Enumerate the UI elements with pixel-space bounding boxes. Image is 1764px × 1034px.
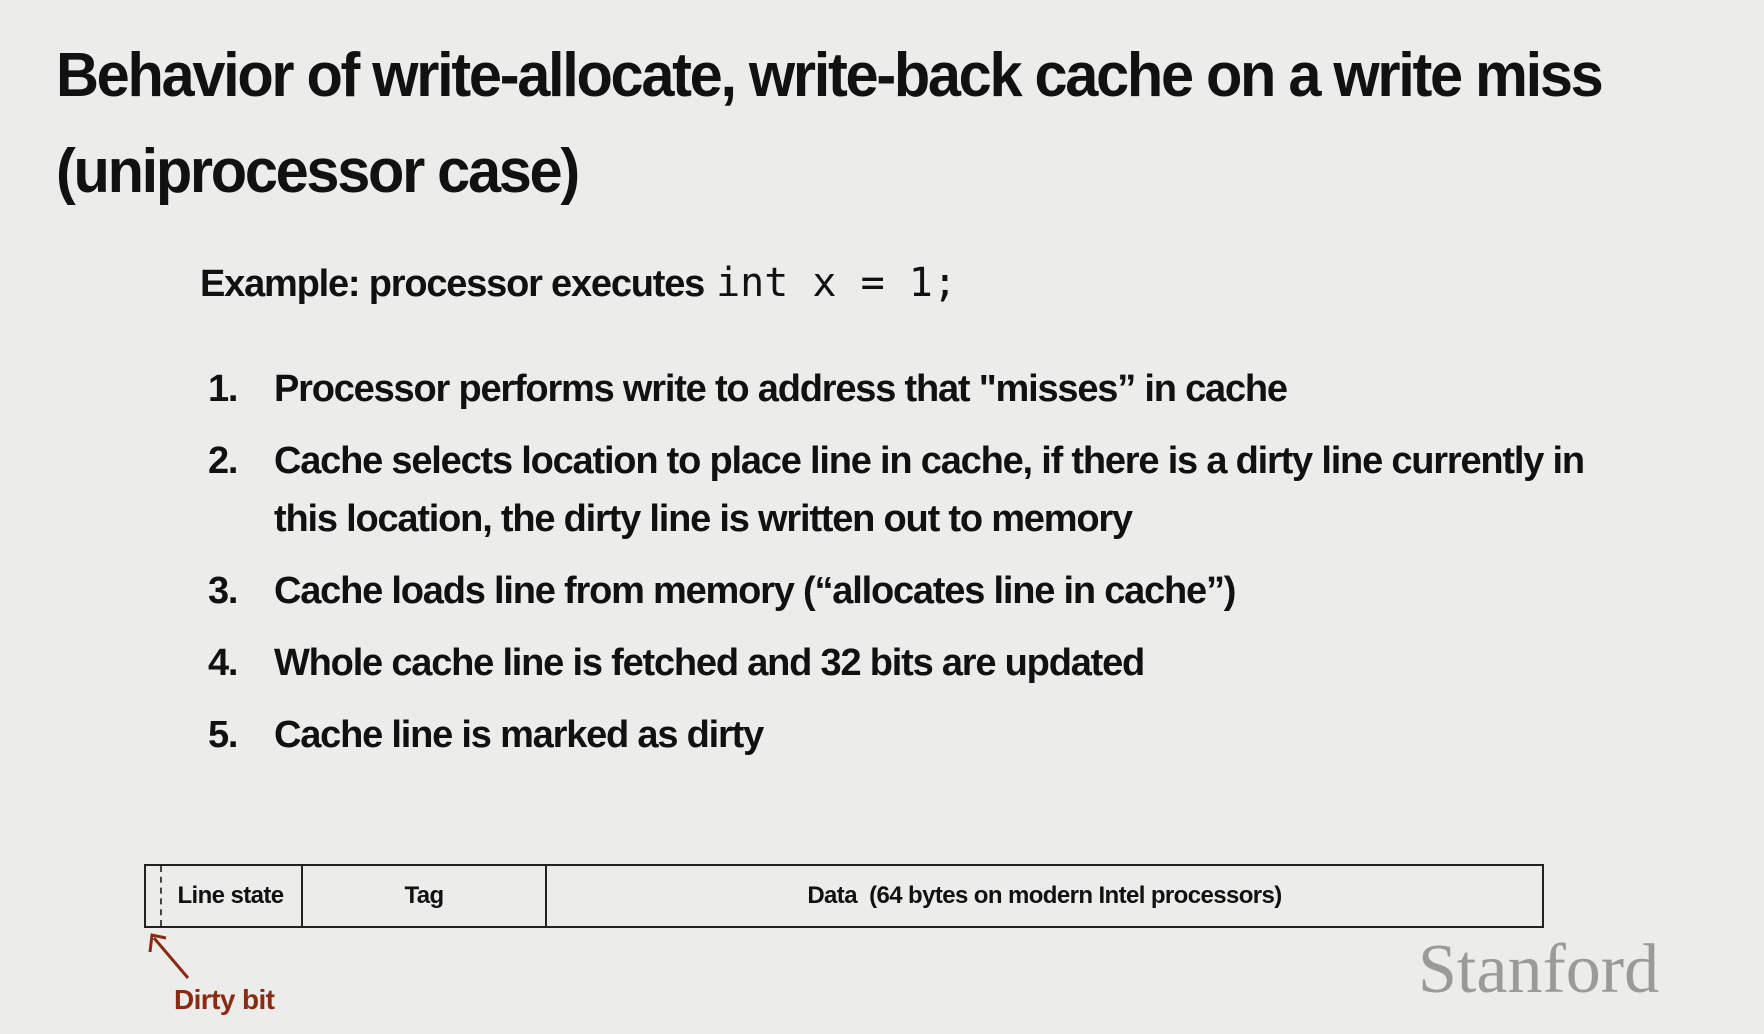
step-item: 2. Cache selects location to place line … [208,432,1588,548]
step-item: 1. Processor performs write to address t… [208,360,1588,418]
step-text: Cache loads line from memory (“allocates… [274,570,1236,612]
step-number: 2. [208,440,238,482]
example-line: Example: processor executes int x = 1; [200,260,957,306]
step-number: 1. [208,368,238,410]
cache-line-diagram: Line state Tag Data (64 bytes on modern … [144,864,1544,928]
example-code: int x = 1; [716,260,957,306]
example-label: Example: processor executes [200,263,705,305]
line-state-label: Line state [177,882,284,909]
data-label: Data (64 bytes on modern Intel processor… [807,882,1282,909]
data-cell: Data (64 bytes on modern Intel processor… [547,866,1542,926]
steps-list: 1. Processor performs write to address t… [208,360,1588,764]
step-item: 3. Cache loads line from memory (“alloca… [208,562,1588,620]
step-text: Processor performs write to address that… [274,368,1288,410]
step-item: 5. Cache line is marked as dirty [208,706,1588,764]
step-number: 3. [208,570,238,612]
slide-title: Behavior of write-allocate, write-back c… [56,41,1604,206]
dirty-bit-divider [160,866,162,926]
step-text: Whole cache line is fetched and 32 bits … [274,642,1145,684]
slide: Behavior of write-allocate, write-back c… [0,0,1764,1034]
tag-label: Tag [404,882,444,909]
step-number: 5. [208,714,238,756]
step-item: 4. Whole cache line is fetched and 32 bi… [208,634,1588,692]
dirty-bit-arrow-icon [148,933,190,979]
step-text: Cache selects location to place line in … [274,440,1585,540]
step-text: Cache line is marked as dirty [274,714,764,756]
stanford-logo: Stanford [1418,931,1660,1008]
tag-cell: Tag [303,866,547,926]
step-number: 4. [208,642,238,684]
line-state-cell: Line state [146,866,303,926]
dirty-bit-label: Dirty bit [174,984,275,1015]
